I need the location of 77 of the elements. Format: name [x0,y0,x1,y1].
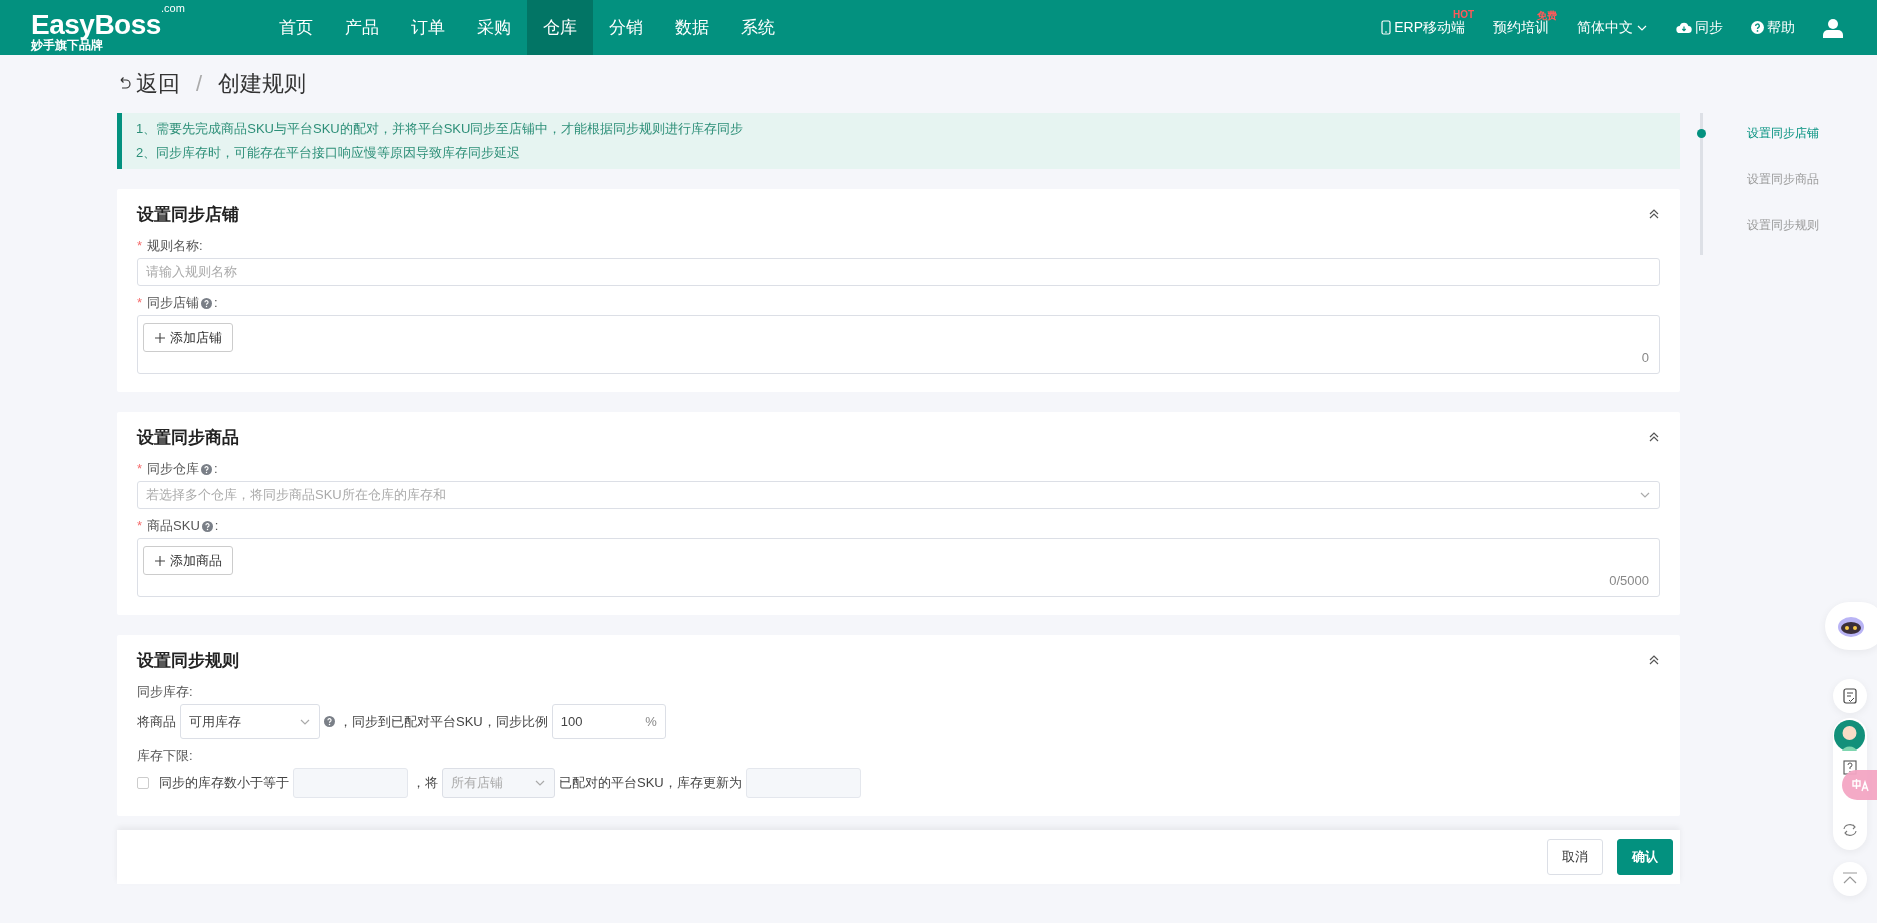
avatar-icon[interactable] [1834,720,1865,751]
field-label: 库存下限: [137,748,193,764]
required-mark: * [137,461,143,477]
breadcrumb-separator: / [196,71,203,97]
rule-name-field[interactable]: 请输入规则名称 [137,258,1660,286]
stock-value-field[interactable] [745,768,861,798]
promo-label: 免费 [1537,8,1557,21]
promo-label: HOT [1453,8,1475,20]
checklist-icon [1842,688,1858,704]
active-dot [1697,129,1706,138]
field-label: 商品SKU [147,518,200,534]
warehouse-select[interactable]: 若选择多个仓库，将同步商品SKU所在仓库的库存和 [137,481,1660,509]
selection-count: 0 [1641,350,1649,365]
header-link[interactable]: 帮助 [1751,18,1795,37]
cancel-button[interactable]: 取消 [1547,839,1603,875]
collapse-icon[interactable] [1648,208,1660,220]
page-title: 创建规则 [218,70,307,98]
nav-tab[interactable]: 首页 [263,0,329,55]
header-link[interactable]: ERP移动端 [1381,18,1465,37]
refresh-icon[interactable] [1842,823,1858,837]
nav-tab[interactable]: 数据 [659,0,725,55]
notes-button[interactable] [1833,679,1867,713]
required-mark: * [137,238,143,254]
robot-icon [1837,614,1865,638]
field-label: 同步仓库 [147,461,200,477]
plus-icon [154,331,166,344]
field-label: 同步库存: [137,684,193,700]
field-label-colon: : [214,461,218,477]
anchor-link[interactable]: 设置同步商品 [1747,171,1819,187]
selection-count: 0/5000 [1609,573,1649,588]
rule-text: 同步的库存数小于等于 [159,774,289,792]
threshold-field[interactable] [293,768,408,798]
nav-tab[interactable]: 系统 [725,0,791,55]
add-button[interactable]: 添加商品 [143,546,233,575]
rule-text: 已配对的平台SKU，库存更新为 [559,774,742,792]
add-button[interactable]: 添加店铺 [143,323,233,352]
field-label: 同步店铺 [147,295,200,311]
nav-tab[interactable]: 仓库 [527,0,593,55]
language-select[interactable]: 简体中文 [1577,18,1648,37]
back-link[interactable]: 返回 [117,69,180,99]
stock-type-select[interactable]: 可用库存 [180,704,320,739]
rule-text: ，同步到已配对平台SKU，同步比例 [339,712,548,731]
store-select[interactable]: 所有店铺 [442,768,555,798]
required-mark: * [137,518,143,534]
header-link[interactable]: 同步 [1676,18,1723,37]
logo-suffix: .com [161,2,185,13]
checkbox[interactable] [137,777,149,789]
field-label: 规则名称: [147,238,203,254]
section-title: 设置同步商品 [137,426,239,449]
anchor-link[interactable]: 设置同步规则 [1747,217,1819,233]
nav-tab[interactable]: 采购 [461,0,527,55]
nav-tab[interactable]: 产品 [329,0,395,55]
cloud-icon [1676,21,1692,34]
ratio-field[interactable]: 100 % [551,704,666,739]
confirm-button[interactable]: 确认 [1617,839,1673,875]
help-icon [1751,21,1764,34]
help-book-icon[interactable] [1842,760,1858,776]
field-label-colon: : [214,518,219,534]
rule-text: ，将 [412,774,438,792]
section-title: 设置同步规则 [137,649,239,672]
assistant-button[interactable] [1825,602,1877,650]
plus-icon [154,554,166,567]
notice-text: 1、需要先完成商品SKU与平台SKU的配对，并将平台SKU同步至店铺中，才能根据同步规则进行库存同步 [136,120,745,138]
translate-icon [1852,777,1870,793]
user-icon[interactable] [1823,17,1843,38]
nav-tab[interactable]: 订单 [395,0,461,55]
notice-text: 2、同步库存时，可能存在平台接口响应慢等原因导致库存同步延迟 [136,144,522,162]
collapse-icon[interactable] [1648,654,1660,666]
required-mark: * [137,295,143,311]
scroll-top-icon [1842,872,1858,886]
field-label-colon: : [214,295,218,311]
phone-icon [1381,20,1392,35]
section-title: 设置同步店铺 [137,203,239,226]
collapse-icon[interactable] [1648,431,1660,443]
nav-tab[interactable]: 分销 [593,0,659,55]
anchor-link[interactable]: 设置同步店铺 [1747,125,1819,141]
rule-text: 将商品 [137,712,176,731]
